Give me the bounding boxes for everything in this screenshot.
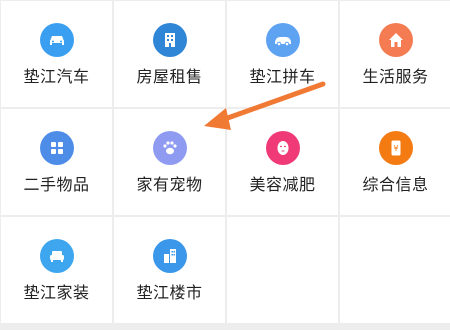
category-home-decor[interactable]: 垫江家装 [1, 217, 112, 323]
category-label: 垫江拼车 [249, 67, 316, 86]
four-squares-icon [39, 131, 74, 165]
category-label: 垫江家装 [23, 283, 90, 302]
category-label: 房屋租售 [136, 67, 203, 86]
category-label: 二手物品 [23, 175, 90, 194]
paw-icon [152, 131, 187, 165]
category-life-services[interactable]: 生活服务 [340, 1, 450, 107]
svg-text:¥: ¥ [393, 144, 398, 153]
phone-yen-icon: ¥ [378, 131, 413, 165]
category-general-info[interactable]: ¥ 综合信息 [340, 109, 450, 215]
car-icon [39, 23, 74, 57]
category-label: 垫江楼市 [136, 283, 203, 302]
sofa-icon [39, 239, 74, 273]
buildings-icon [152, 239, 187, 273]
category-label: 综合信息 [362, 175, 429, 194]
category-label: 家有宠物 [136, 175, 203, 194]
category-beauty[interactable]: 美容减肥 [227, 109, 338, 215]
category-real-estate[interactable]: 垫江楼市 [114, 217, 225, 323]
building-icon [152, 23, 187, 57]
category-grid: 垫江汽车 房屋租售 垫江拼车 生活服务 二手物品 家有宠物 美容减肥 ¥ 综合信… [0, 0, 450, 330]
category-housing[interactable]: 房屋租售 [114, 1, 225, 107]
category-pets[interactable]: 家有宠物 [114, 109, 225, 215]
category-carpool[interactable]: 垫江拼车 [227, 1, 338, 107]
category-label: 美容减肥 [249, 175, 316, 194]
category-secondhand[interactable]: 二手物品 [1, 109, 112, 215]
house-icon [378, 23, 413, 57]
face-mask-icon [265, 131, 300, 165]
category-car[interactable]: 垫江汽车 [1, 1, 112, 107]
empty-cell [340, 217, 450, 323]
empty-cell [227, 217, 338, 323]
category-label: 生活服务 [362, 67, 429, 86]
category-label: 垫江汽车 [23, 67, 90, 86]
car-icon [265, 23, 300, 57]
